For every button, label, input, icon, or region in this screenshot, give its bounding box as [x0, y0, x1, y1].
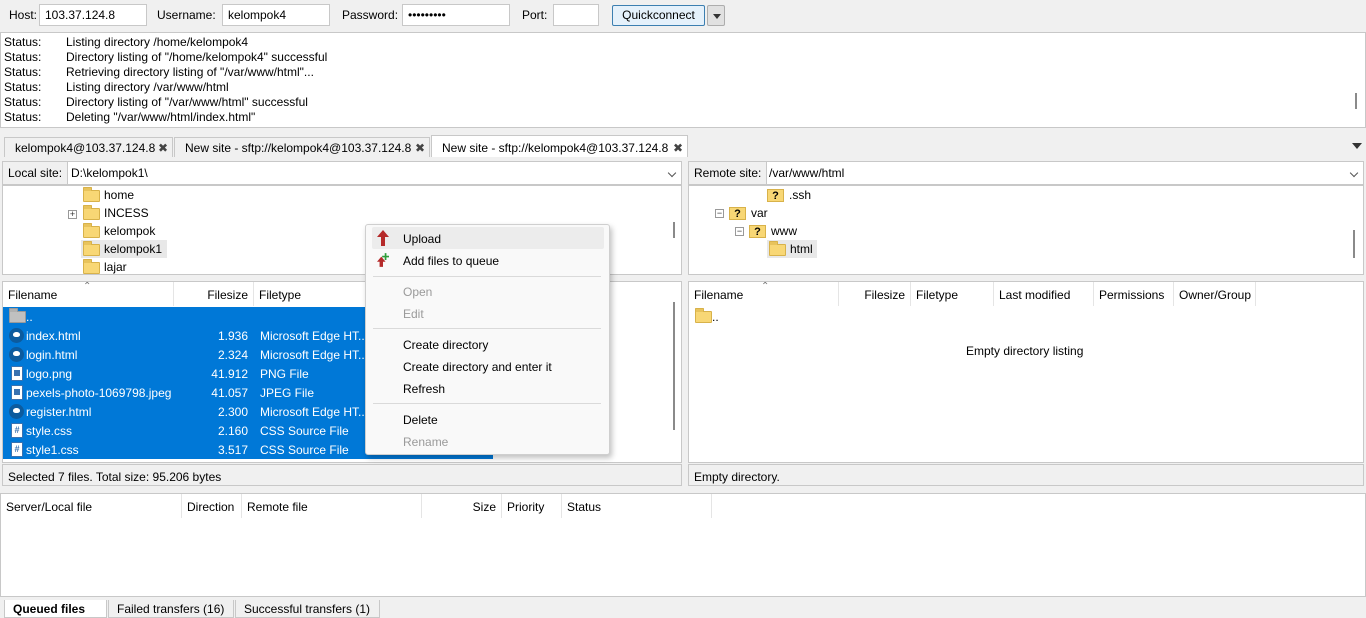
col-remote-file[interactable]: Remote file	[242, 494, 422, 518]
col-server-local-file[interactable]: Server/Local file	[1, 494, 182, 518]
folder-icon	[83, 187, 100, 202]
port-label: Port:	[522, 8, 548, 22]
close-tab-icon[interactable]: ✖	[673, 141, 683, 155]
host-label: Host:	[9, 8, 38, 22]
site-tab-bar: kelompok4@103.37.124.8 ✖ New site - sftp:…	[0, 135, 1366, 157]
tab-site-2[interactable]: New site - sftp://kelompok4@103.37.124.8…	[174, 137, 430, 157]
col-status[interactable]: Status	[562, 494, 712, 518]
tab-site-3[interactable]: New site - sftp://kelompok4@103.37.124.8…	[431, 135, 688, 157]
tab-successful-transfers[interactable]: Successful transfers (1)	[235, 600, 380, 618]
menu-item-edit[interactable]: Edit	[372, 302, 604, 324]
local-site-label: Local site:	[3, 162, 69, 184]
quickconnect-button[interactable]: Quickconnect	[612, 5, 705, 26]
col-filesize[interactable]: Filesize	[839, 282, 911, 306]
menu-separator	[373, 328, 601, 329]
col-filesize[interactable]: Filesize	[174, 282, 254, 306]
local-path-input[interactable]: D:\kelompok1\	[71, 166, 148, 180]
remote-status-bar: Empty directory.	[688, 464, 1364, 486]
menu-item-refresh[interactable]: Refresh	[372, 377, 604, 399]
add-to-queue-icon	[377, 253, 389, 267]
transfer-queue: Server/Local file Direction Remote file …	[0, 493, 1366, 597]
menu-item-create-directory-enter[interactable]: Create directory and enter it	[372, 355, 604, 377]
close-tab-icon[interactable]: ✖	[158, 141, 168, 155]
sort-ascending-icon: ⌃	[83, 281, 92, 292]
col-permissions[interactable]: Permissions	[1094, 282, 1174, 306]
edge-html-icon	[9, 328, 24, 343]
col-filetype[interactable]: Filetype	[254, 282, 374, 306]
file-row-parent[interactable]: ..	[689, 307, 889, 326]
username-label: Username:	[157, 8, 216, 22]
local-site-bar: Local site: D:\kelompok1\	[2, 161, 682, 185]
tree-item-kelompok1[interactable]: kelompok1	[81, 240, 167, 258]
remote-path-input[interactable]: /var/www/html	[769, 166, 844, 180]
menu-item-delete[interactable]: Delete	[372, 408, 604, 430]
folder-icon	[769, 241, 786, 256]
log-scrollbar[interactable]	[1355, 93, 1357, 109]
col-last-modified[interactable]: Last modified	[994, 282, 1094, 306]
col-filename[interactable]: Filename ⌃	[3, 282, 174, 306]
image-file-icon	[11, 385, 23, 400]
expand-icon[interactable]: +	[68, 210, 77, 219]
unknown-folder-icon: ?	[749, 225, 766, 238]
menu-item-create-directory[interactable]: Create directory	[372, 333, 604, 355]
folder-icon	[83, 205, 100, 220]
local-tree-scrollbar[interactable]	[673, 222, 675, 238]
folder-up-icon	[9, 308, 26, 323]
unknown-folder-icon: ?	[767, 189, 784, 202]
collapse-icon[interactable]: −	[715, 209, 724, 218]
menu-item-open[interactable]: Open	[372, 280, 604, 302]
remote-file-list: Filename ⌃ Filesize Filetype Last modifie…	[688, 281, 1364, 463]
tab-failed-transfers[interactable]: Failed transfers (16)	[108, 600, 234, 618]
menu-item-add-to-queue[interactable]: Add files to queue	[372, 249, 604, 271]
col-size[interactable]: Size	[422, 494, 502, 518]
tab-site-1[interactable]: kelompok4@103.37.124.8 ✖	[4, 137, 173, 157]
css-file-icon: #	[11, 442, 23, 457]
menu-separator	[373, 276, 601, 277]
chevron-down-icon[interactable]	[1349, 168, 1359, 178]
password-input[interactable]: •••••••••	[402, 4, 510, 26]
message-log: Status: Listing directory /home/kelompok4…	[0, 32, 1366, 128]
tab-list-chevron-icon[interactable]	[1352, 143, 1362, 149]
folder-icon	[83, 241, 100, 256]
upload-icon	[377, 230, 389, 246]
folder-icon	[695, 308, 712, 323]
menu-item-rename[interactable]: Rename	[372, 430, 604, 452]
local-status-bar: Selected 7 files. Total size: 95.206 byt…	[2, 464, 682, 486]
col-direction[interactable]: Direction	[182, 494, 242, 518]
unknown-folder-icon: ?	[729, 207, 746, 220]
sort-ascending-icon: ⌃	[761, 281, 770, 292]
col-priority[interactable]: Priority	[502, 494, 562, 518]
menu-item-upload[interactable]: Upload	[372, 227, 604, 249]
tab-queued-files[interactable]: Queued files	[4, 600, 107, 618]
port-input[interactable]	[553, 4, 599, 26]
col-filename[interactable]: Filename ⌃	[689, 282, 839, 306]
remote-site-bar: Remote site: /var/www/html	[688, 161, 1364, 185]
edge-html-icon	[9, 347, 24, 362]
quickconnect-history-dropdown[interactable]	[707, 5, 725, 26]
remote-tree-scrollbar[interactable]	[1353, 230, 1355, 258]
empty-listing-text: Empty directory listing	[966, 344, 1084, 358]
image-file-icon	[11, 366, 23, 381]
folder-icon	[83, 223, 100, 238]
queue-tab-bar: Queued files Failed transfers (16) Succe…	[0, 599, 1366, 618]
menu-separator	[373, 403, 601, 404]
close-tab-icon[interactable]: ✖	[415, 141, 425, 155]
remote-site-label: Remote site:	[689, 162, 768, 184]
username-input[interactable]: kelompok4	[222, 4, 330, 26]
edge-html-icon	[9, 404, 24, 419]
chevron-down-icon[interactable]	[667, 168, 677, 178]
folder-icon	[83, 259, 100, 274]
context-menu: Upload Add files to queue Open Edit Crea…	[365, 224, 610, 455]
css-file-icon: #	[11, 423, 23, 438]
local-list-scrollbar[interactable]	[673, 302, 675, 430]
col-owner-group[interactable]: Owner/Group	[1174, 282, 1256, 306]
collapse-icon[interactable]: −	[735, 227, 744, 236]
password-label: Password:	[342, 8, 399, 22]
remote-directory-tree: ? .ssh − ? var − ? www html	[688, 185, 1364, 275]
col-filetype[interactable]: Filetype	[911, 282, 994, 306]
host-input[interactable]: 103.37.124.8	[39, 4, 147, 26]
tree-item-html[interactable]: html	[767, 240, 817, 258]
